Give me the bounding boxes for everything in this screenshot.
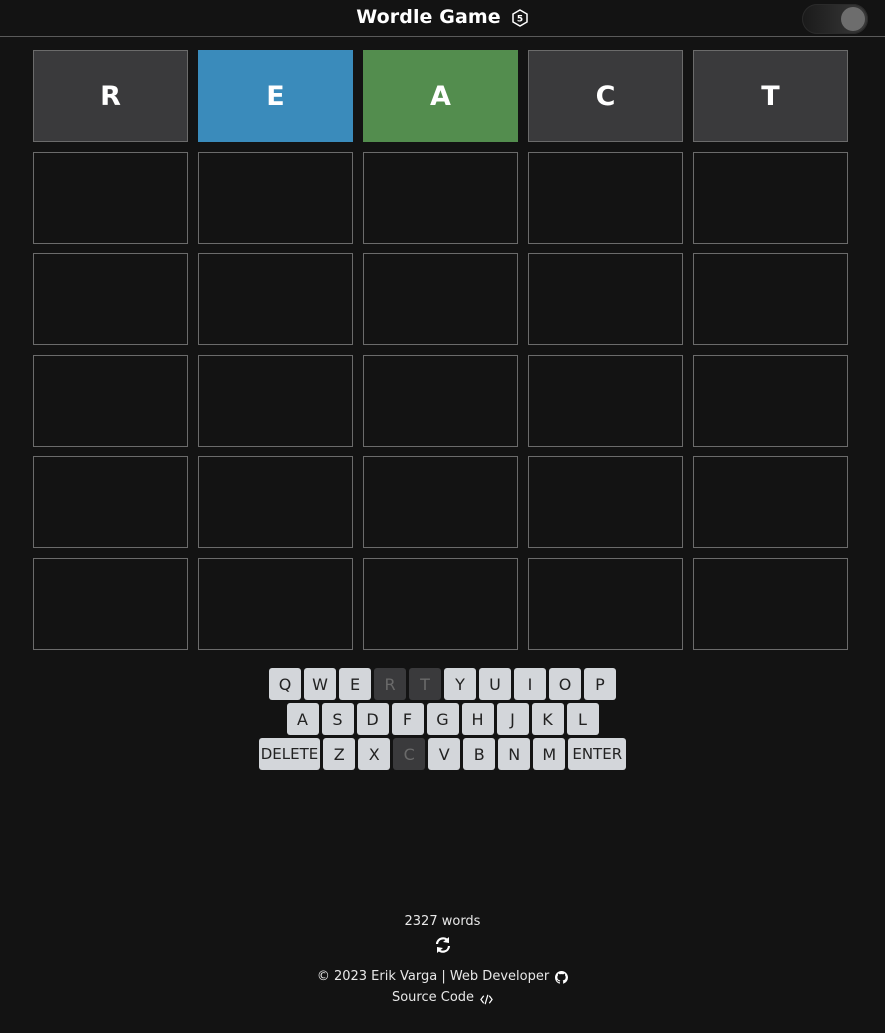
theme-toggle[interactable] [802, 4, 868, 34]
board-row [33, 557, 849, 650]
board-row: REACT [33, 50, 849, 142]
board-tile: R [33, 50, 188, 142]
board-tile [693, 151, 848, 244]
board-tile [528, 456, 683, 549]
board-tile [198, 151, 353, 244]
theme-toggle-knob [841, 7, 865, 31]
key-p[interactable]: P [584, 668, 616, 700]
refresh-icon[interactable] [433, 935, 453, 955]
board-tile [528, 151, 683, 244]
board-tile [33, 557, 188, 650]
footer: 2327 words © 2023 Erik Varga | Web Devel… [0, 912, 885, 1009]
board-tile [33, 354, 188, 447]
key-c[interactable]: C [393, 738, 426, 770]
board-tile [363, 456, 518, 549]
board-tile: C [528, 50, 683, 142]
board-row [33, 456, 849, 549]
board-tile: T [693, 50, 848, 142]
word-count: 2327 words [404, 914, 481, 929]
key-r[interactable]: R [374, 668, 406, 700]
on-screen-keyboard: Q W E R T Y U I O P A S D F G H J K L DELETE Z X C V B N M ENTER [0, 668, 885, 773]
key-v[interactable]: V [428, 738, 461, 770]
header: Wordle Game 5 [0, 0, 885, 37]
board-tile [33, 151, 188, 244]
keyboard-row: DELETE Z X C V B N M ENTER [0, 738, 885, 770]
source-code-link[interactable]: Source Code [392, 987, 474, 1009]
key-i[interactable]: I [514, 668, 546, 700]
key-b[interactable]: B [463, 738, 496, 770]
code-icon [480, 992, 493, 1005]
board-tile [363, 253, 518, 346]
enter-key[interactable]: ENTER [568, 738, 627, 770]
board-tile [693, 354, 848, 447]
board-tile [528, 557, 683, 650]
key-h[interactable]: H [461, 703, 494, 735]
board-tile [33, 456, 188, 549]
key-g[interactable]: G [426, 703, 459, 735]
key-z[interactable]: Z [323, 738, 356, 770]
key-a[interactable]: A [286, 703, 319, 735]
board-tile [198, 557, 353, 650]
board-tile [363, 557, 518, 650]
board-tile [693, 557, 848, 650]
board-tile [198, 253, 353, 346]
key-x[interactable]: X [358, 738, 391, 770]
board-tile [33, 253, 188, 346]
key-q[interactable]: Q [269, 668, 301, 700]
key-m[interactable]: M [533, 738, 566, 770]
wordle-page: Wordle Game 5 REACT QWERTYUIOPASDFGHJKLD… [0, 0, 885, 1033]
key-f[interactable]: F [391, 703, 424, 735]
github-icon[interactable] [555, 970, 569, 984]
board-tile [528, 354, 683, 447]
key-u[interactable]: U [479, 668, 511, 700]
board-tile [198, 456, 353, 549]
five-letter-badge-icon: 5 [511, 8, 529, 27]
source-line[interactable]: Source Code [0, 987, 885, 1009]
board-tile [198, 354, 353, 447]
board-row [33, 253, 849, 346]
key-s[interactable]: S [321, 703, 354, 735]
key-o[interactable]: O [549, 668, 581, 700]
keyboard-row: ASDFGHJKL [0, 703, 885, 735]
delete-key[interactable]: DELETE [258, 738, 321, 770]
game-board: REACT [33, 50, 849, 660]
board-tile: A [363, 50, 518, 142]
board-tile [363, 151, 518, 244]
key-n[interactable]: N [498, 738, 531, 770]
board-tile: E [198, 50, 353, 142]
key-j[interactable]: J [496, 703, 529, 735]
board-row [33, 151, 849, 244]
board-tile [363, 354, 518, 447]
five-badge-text: 5 [517, 14, 523, 24]
credit-text: © 2023 Erik Varga | Web Developer [316, 969, 550, 984]
key-k[interactable]: K [531, 703, 564, 735]
board-tile [528, 253, 683, 346]
key-y[interactable]: Y [444, 668, 476, 700]
key-t[interactable]: T [409, 668, 441, 700]
key-w[interactable]: W [304, 668, 336, 700]
key-d[interactable]: D [356, 703, 389, 735]
board-tile [693, 253, 848, 346]
title-group: Wordle Game 5 [0, 6, 885, 28]
keyboard-row: QWERTYUIOP [0, 668, 885, 700]
key-e[interactable]: E [339, 668, 371, 700]
board-row [33, 354, 849, 447]
board-tile [693, 456, 848, 549]
page-title: Wordle Game [356, 6, 501, 28]
key-l[interactable]: L [566, 703, 599, 735]
credit-line: © 2023 Erik Varga | Web Developer [0, 967, 885, 987]
